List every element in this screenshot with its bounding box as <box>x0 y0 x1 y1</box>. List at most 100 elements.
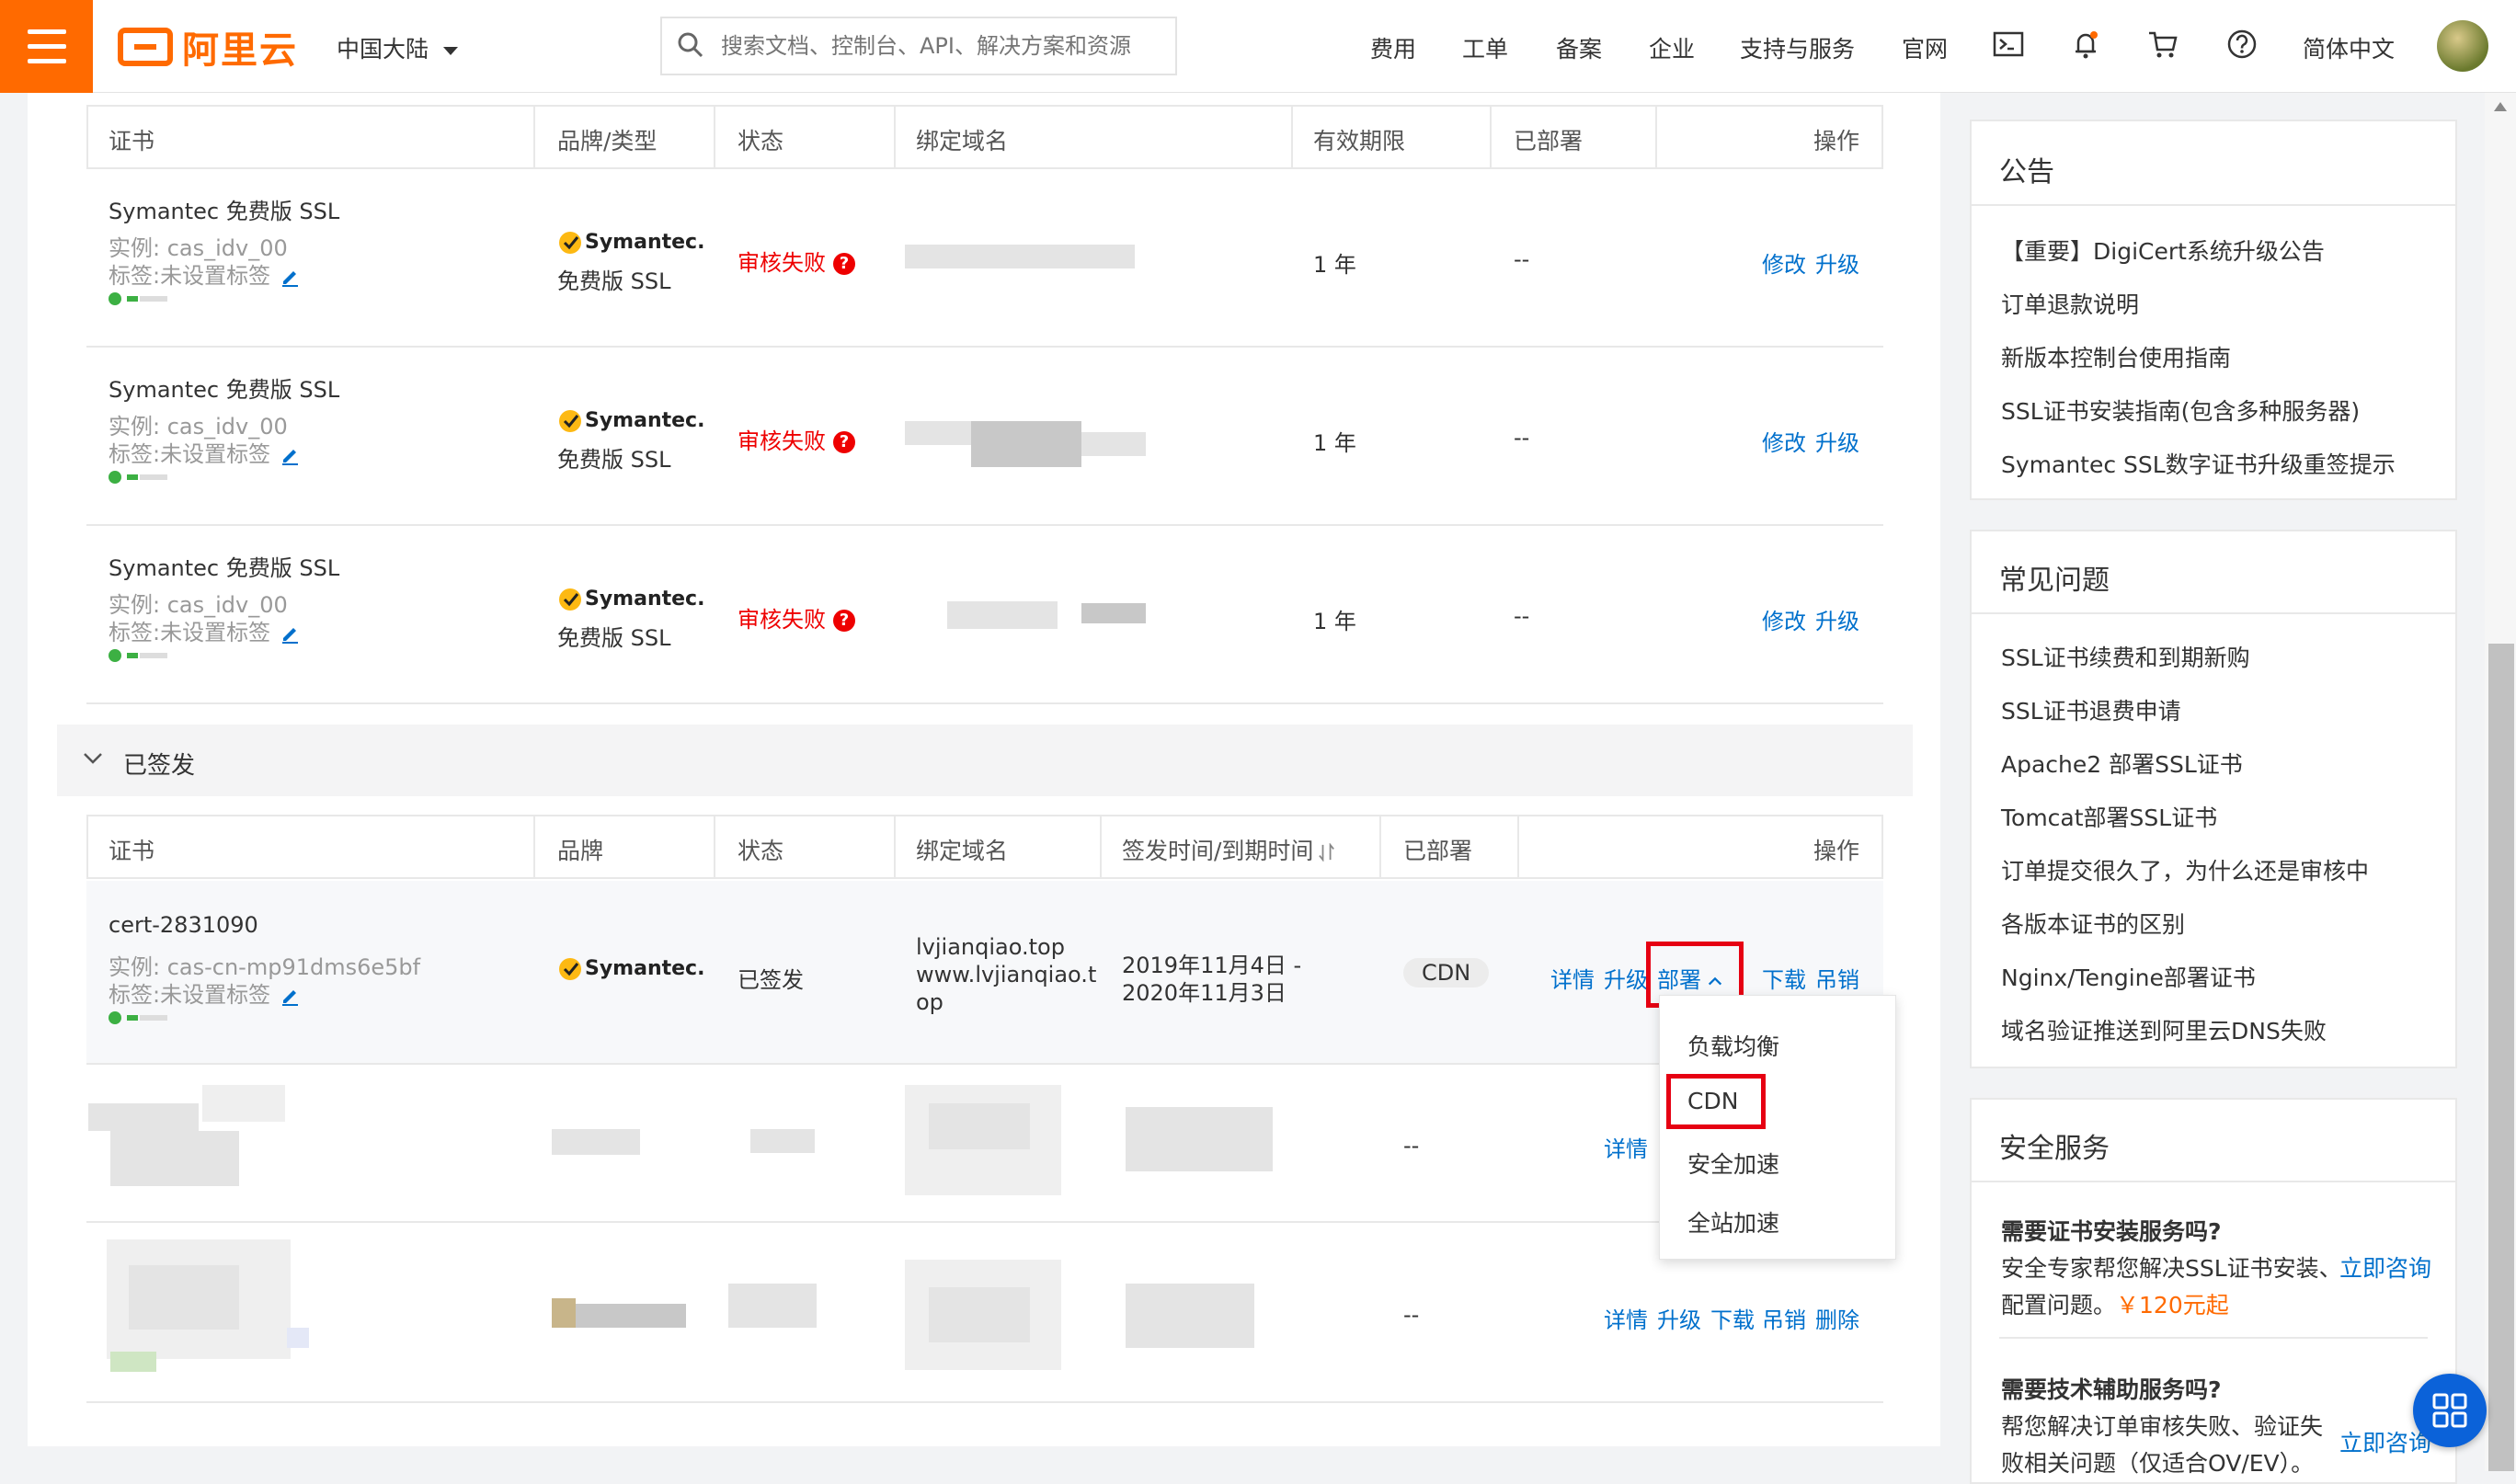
cert-tag: 标签:未设置标签 <box>109 263 271 289</box>
upgrade-link[interactable]: 升级 <box>1815 425 1859 457</box>
nav-enterprise[interactable]: 企业 <box>1649 31 1695 64</box>
col-header-action: 操作 <box>1813 128 1860 154</box>
edit-tag-icon[interactable] <box>280 267 300 287</box>
search-input[interactable] <box>721 28 1162 64</box>
chevron-down-icon[interactable] <box>81 747 105 771</box>
language-selector[interactable]: 简体中文 <box>2303 31 2395 64</box>
security-service-card: 安全服务 需要证书安装服务吗? 安全专家帮您解决SSL证书安装、 配置问题。￥1… <box>1970 1098 2457 1484</box>
modify-link[interactable]: 修改 <box>1762 603 1806 635</box>
upgrade-link[interactable]: 升级 <box>1815 603 1859 635</box>
nav-tickets[interactable]: 工单 <box>1462 31 1508 64</box>
detail-link[interactable]: 详情 <box>1604 1302 1648 1334</box>
service-title: 需要技术辅助服务吗? <box>2001 1376 2222 1403</box>
brand-logo: Symantec. <box>557 956 704 982</box>
hamburger-menu-icon[interactable] <box>0 0 93 93</box>
aliyun-logo[interactable]: 阿里云 <box>118 24 298 72</box>
delete-link[interactable]: 删除 <box>1815 1302 1859 1334</box>
status-issued: 已签发 <box>738 967 804 993</box>
search-box[interactable] <box>660 17 1177 75</box>
nav-support[interactable]: 支持与服务 <box>1740 31 1855 64</box>
col-header-status: 状态 <box>738 838 784 864</box>
download-link[interactable]: 下载 <box>1762 962 1806 994</box>
issued-section-header[interactable] <box>57 725 1913 796</box>
brand-logo: Symantec. <box>557 408 704 434</box>
floating-menu-button[interactable] <box>2413 1374 2487 1447</box>
faq-item[interactable]: Nginx/Tengine部署证书 <box>2001 960 2256 993</box>
region-selector[interactable]: 中国大陆 <box>337 31 458 64</box>
dropdown-item-full-site-acceleration[interactable]: 全站加速 <box>1687 1205 1779 1239</box>
nav-official-site[interactable]: 官网 <box>1902 31 1948 64</box>
revoke-link[interactable]: 吊销 <box>1762 1302 1806 1334</box>
detail-link[interactable]: 详情 <box>1604 1131 1648 1163</box>
service-price: ￥120 <box>2116 1292 2183 1318</box>
edit-tag-icon[interactable] <box>280 623 300 644</box>
deployed: -- <box>1403 1133 1420 1159</box>
service-desc: 帮您解决订单审核失败、验证失 <box>2001 1413 2324 1440</box>
faq-item[interactable]: 各版本证书的区别 <box>2001 907 2185 940</box>
search-icon <box>678 32 703 58</box>
faq-item[interactable]: 域名验证推送到阿里云DNS失败 <box>2001 1013 2327 1046</box>
domain-line: www.lvjianqiao.t <box>916 962 1097 987</box>
faq-card: 常见问题 SSL证书续费和到期新购 SSL证书退费申请 Apache2 部署SS… <box>1970 530 2457 1068</box>
faq-item[interactable]: Tomcat部署SSL证书 <box>2001 800 2217 833</box>
col-header-action: 操作 <box>1813 838 1860 864</box>
deployed: -- <box>1514 603 1530 629</box>
col-header-cert: 证书 <box>109 128 155 154</box>
col-header-domain: 绑定域名 <box>916 838 1009 864</box>
announcement-item[interactable]: Symantec SSL数字证书升级重签提示 <box>2001 447 2396 480</box>
sort-icon[interactable] <box>1319 842 1335 862</box>
edit-tag-icon[interactable] <box>280 445 300 465</box>
revoke-link[interactable]: 吊销 <box>1815 962 1859 994</box>
modify-link[interactable]: 修改 <box>1762 425 1806 457</box>
announcement-item[interactable]: 订单退款说明 <box>2001 287 2139 320</box>
scroll-up-arrow-icon[interactable] <box>2490 99 2510 114</box>
modify-link[interactable]: 修改 <box>1762 246 1806 279</box>
nav-billing[interactable]: 费用 <box>1370 31 1416 64</box>
consult-now-link[interactable]: 立即咨询 <box>2339 1250 2431 1284</box>
upgrade-link[interactable]: 升级 <box>1657 1302 1701 1334</box>
cert-tag: 标签:未设置标签 <box>109 441 271 467</box>
detail-link[interactable]: 详情 <box>1550 962 1595 994</box>
bell-icon[interactable] <box>2069 28 2102 61</box>
col-header-cert: 证书 <box>109 838 155 864</box>
faq-item[interactable]: SSL证书退费申请 <box>2001 693 2181 726</box>
user-avatar[interactable] <box>2437 20 2488 72</box>
status-failed: 审核失败? <box>738 245 855 277</box>
cert-level-icon <box>109 649 167 662</box>
col-header-time[interactable]: 签发时间/到期时间 <box>1122 833 1335 866</box>
logo-mark-icon <box>118 28 173 66</box>
cert-level-icon <box>109 471 167 484</box>
faq-item[interactable]: Apache2 部署SSL证书 <box>2001 747 2243 780</box>
announcement-item[interactable]: 新版本控制台使用指南 <box>2001 340 2231 373</box>
col-header-status: 状态 <box>738 128 784 154</box>
help-icon[interactable]: ? <box>833 431 855 453</box>
region-label: 中国大陆 <box>337 36 429 63</box>
faq-title: 常见问题 <box>1999 565 2110 597</box>
logo-text: 阿里云 <box>182 29 298 72</box>
edit-tag-icon[interactable] <box>280 986 300 1006</box>
col-header-brand: 品牌 <box>557 838 604 864</box>
faq-item[interactable]: 订单提交很久了，为什么还是审核中 <box>2001 853 2369 886</box>
upgrade-link[interactable]: 升级 <box>1815 246 1859 279</box>
download-link[interactable]: 下载 <box>1710 1302 1755 1334</box>
service-price-suffix: 元起 <box>2182 1292 2229 1318</box>
help-icon[interactable]: ? <box>833 610 855 632</box>
nav-icp[interactable]: 备案 <box>1556 31 1602 64</box>
announcement-item[interactable]: SSL证书安装指南(包含多种服务器) <box>2001 394 2360 427</box>
cert-level-icon <box>109 292 167 305</box>
cert-name: Symantec 免费版 SSL <box>109 377 340 403</box>
help-icon[interactable]: ? <box>833 253 855 275</box>
faq-item[interactable]: SSL证书续费和到期新购 <box>2001 640 2250 673</box>
issued-section-title: 已签发 <box>123 752 196 780</box>
dropdown-item-security-acceleration[interactable]: 安全加速 <box>1687 1147 1779 1180</box>
cart-icon[interactable] <box>2146 28 2179 61</box>
terminal-icon[interactable] <box>1992 28 2025 61</box>
validity: 1 年 <box>1313 252 1356 278</box>
upgrade-link[interactable]: 升级 <box>1604 962 1648 994</box>
service-title: 需要证书安装服务吗? <box>2001 1218 2222 1245</box>
dropdown-item-slb[interactable]: 负载均衡 <box>1687 1029 1779 1062</box>
help-icon[interactable] <box>2225 28 2259 61</box>
consult-now-link[interactable]: 立即咨询 <box>2339 1425 2431 1458</box>
scrollbar-thumb[interactable] <box>2488 644 2514 1471</box>
announcement-item[interactable]: 【重要】DigiCert系统升级公告 <box>2001 234 2325 267</box>
